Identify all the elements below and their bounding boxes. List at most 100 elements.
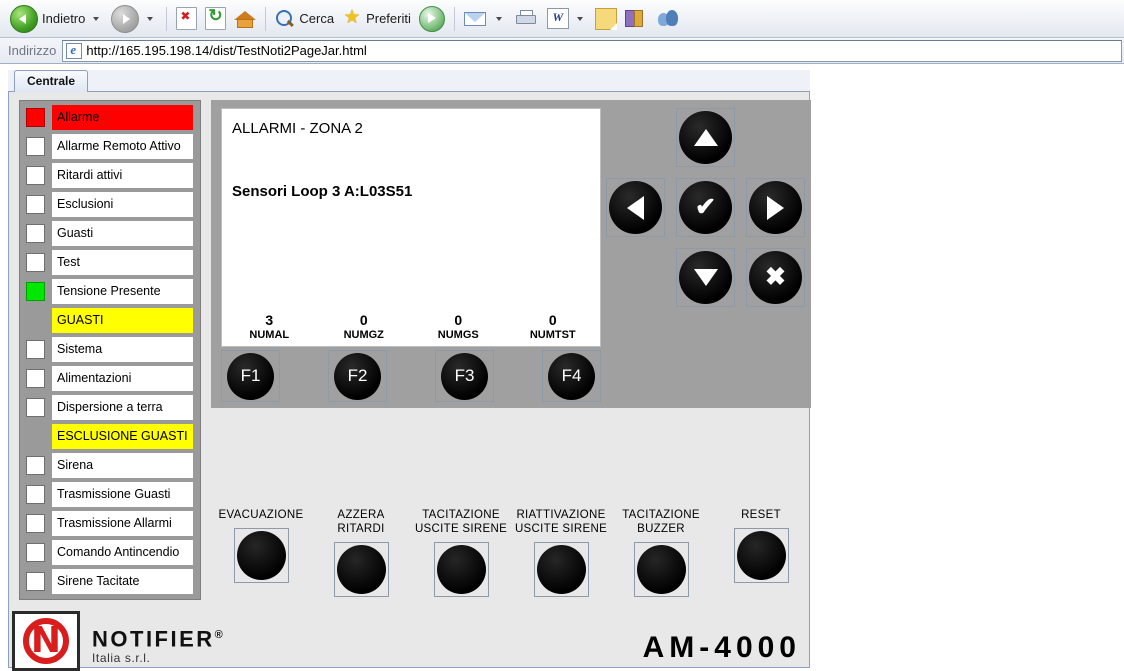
function-button-tacitazione-uscite-sirene[interactable]: TACITAZIONE USCITE SIRENE xyxy=(411,508,511,618)
favorites-button[interactable]: Preferiti xyxy=(338,4,415,34)
browser-toolbar: Indietro Cerca Preferiti W xyxy=(0,0,1124,38)
book-research-icon xyxy=(624,9,649,29)
led-row-sirena[interactable]: Sirena xyxy=(20,453,202,478)
led-row-guasti[interactable]: Guasti xyxy=(20,221,202,246)
led-row-tensione-presente[interactable]: Tensione Presente xyxy=(20,279,202,304)
notes-button[interactable] xyxy=(591,4,621,34)
messenger-icon xyxy=(657,9,681,29)
key-ok[interactable]: ✔ xyxy=(676,178,735,237)
key-cancel[interactable]: ✖ xyxy=(746,248,805,307)
function-label-line2: RITARDI xyxy=(337,523,385,535)
led-row-label: Tensione Presente xyxy=(52,279,193,304)
fkey-label: F2 xyxy=(334,352,381,400)
brand-text: NOTIFIER® Italia s.r.l. xyxy=(92,623,223,671)
key-right[interactable] xyxy=(746,178,805,237)
led-row-test[interactable]: Test xyxy=(20,250,202,275)
registered-mark: ® xyxy=(214,628,223,641)
led-row-ritardi-attivi[interactable]: Ritardi attivi xyxy=(20,163,202,188)
arrow-up-icon xyxy=(693,129,718,146)
led-indicator-icon xyxy=(26,456,45,475)
back-button[interactable]: Indietro xyxy=(6,4,107,34)
led-indicator-icon xyxy=(26,369,45,388)
led-row-dispersione-a-terra[interactable]: Dispersione a terra xyxy=(20,395,202,420)
arrow-left-icon xyxy=(627,195,644,220)
address-label: Indirizzo xyxy=(8,43,57,58)
edit-word-button[interactable]: W xyxy=(543,4,591,34)
toolbar-separator xyxy=(453,6,455,31)
led-row-label: Test xyxy=(52,250,193,275)
favorites-button-label: Preferiti xyxy=(366,11,411,26)
counter-numtst: 0 NUMTST xyxy=(506,312,601,342)
fkey-f4[interactable]: F4 xyxy=(542,350,601,402)
led-row-allarme[interactable]: Allarme xyxy=(20,105,202,130)
edit-caret-icon[interactable] xyxy=(576,16,583,21)
mail-button[interactable] xyxy=(460,4,510,34)
led-row-trasmissione-allarmi[interactable]: Trasmissione Allarmi xyxy=(20,511,202,536)
counter-value: 0 xyxy=(359,312,368,328)
push-button-icon xyxy=(336,545,386,594)
stop-button[interactable] xyxy=(172,4,201,34)
counter-numal: 3 NUMAL xyxy=(222,312,317,342)
media-button[interactable] xyxy=(415,4,449,34)
fkey-f3[interactable]: F3 xyxy=(435,350,494,402)
home-button[interactable] xyxy=(230,4,260,34)
forward-button[interactable] xyxy=(107,4,161,34)
led-row-label: Esclusioni xyxy=(52,192,193,217)
messenger-button[interactable] xyxy=(653,4,685,34)
research-button[interactable] xyxy=(621,4,653,34)
fkey-f2[interactable]: F2 xyxy=(328,350,387,402)
tab-centrale[interactable]: Centrale xyxy=(14,70,89,92)
key-up[interactable] xyxy=(676,108,735,167)
led-row-sirene-tacitate[interactable]: Sirene Tacitate xyxy=(20,569,202,594)
led-indicator-icon xyxy=(26,253,45,272)
refresh-button[interactable] xyxy=(201,4,230,34)
mail-icon xyxy=(463,10,488,28)
led-row-comando-antincendio[interactable]: Comando Antincendio xyxy=(20,540,202,565)
search-button[interactable]: Cerca xyxy=(271,4,338,34)
key-left[interactable] xyxy=(606,178,665,237)
led-row-label: Comando Antincendio xyxy=(52,540,193,565)
function-button-riattivazione-uscite-sirene[interactable]: RIATTIVAZIONE USCITE SIRENE xyxy=(511,508,611,618)
fkey-f1[interactable]: F1 xyxy=(221,350,280,402)
function-label-line2: USCITE SIRENE xyxy=(514,523,608,535)
branding: NOTIFIER® Italia s.r.l. xyxy=(12,611,223,671)
led-indicator-icon xyxy=(26,514,45,533)
led-row-trasmissione-guasti[interactable]: Trasmissione Guasti xyxy=(20,482,202,507)
led-status-panel: Allarme Allarme Remoto Attivo Ritardi at… xyxy=(19,100,201,600)
push-button-icon xyxy=(736,531,786,580)
fkey-label: F3 xyxy=(441,352,488,400)
led-indicator-icon xyxy=(26,224,45,243)
counter-label: NUMGS xyxy=(437,329,479,341)
navigation-keypad: ✔ ✖ xyxy=(606,108,806,338)
function-button-reset[interactable]: RESET xyxy=(711,508,811,618)
led-row-label: Allarme xyxy=(52,105,193,130)
print-button[interactable] xyxy=(510,4,543,34)
forward-history-caret-icon[interactable] xyxy=(147,16,154,21)
key-down[interactable] xyxy=(676,248,735,307)
star-icon xyxy=(342,9,362,29)
led-row-label: Alimentazioni xyxy=(52,366,193,391)
note-icon xyxy=(594,7,617,30)
counter-value: 3 xyxy=(265,312,274,328)
led-row-label: Allarme Remoto Attivo xyxy=(52,134,193,159)
led-row-alimentazioni[interactable]: Alimentazioni xyxy=(20,366,202,391)
fkey-label: F1 xyxy=(227,352,274,400)
media-icon xyxy=(418,5,445,32)
toolbar-separator xyxy=(265,6,267,31)
brand-name-text: NOTIFIER xyxy=(92,626,215,651)
mail-caret-icon[interactable] xyxy=(495,16,502,21)
led-section-header-label: ESCLUSIONE GUASTI xyxy=(52,424,193,449)
back-history-caret-icon[interactable] xyxy=(93,16,100,21)
led-section-header-esclusione-guasti: ESCLUSIONE GUASTI xyxy=(20,424,202,449)
function-button-tacitazione-buzzer[interactable]: TACITAZIONE BUZZER xyxy=(611,508,711,618)
push-button-icon xyxy=(636,545,686,594)
address-input[interactable]: http://165.195.198.14/dist/TestNoti2Page… xyxy=(62,39,1122,62)
led-row-esclusioni[interactable]: Esclusioni xyxy=(20,192,202,217)
led-row-allarme-remoto-attivo[interactable]: Allarme Remoto Attivo xyxy=(20,134,202,159)
led-row-sistema[interactable]: Sistema xyxy=(20,337,202,362)
function-button-evacuazione[interactable]: EVACUAZIONE xyxy=(211,508,311,618)
function-button-azzera-ritardi[interactable]: AZZERA RITARDI xyxy=(311,508,411,618)
search-button-label: Cerca xyxy=(299,11,335,26)
